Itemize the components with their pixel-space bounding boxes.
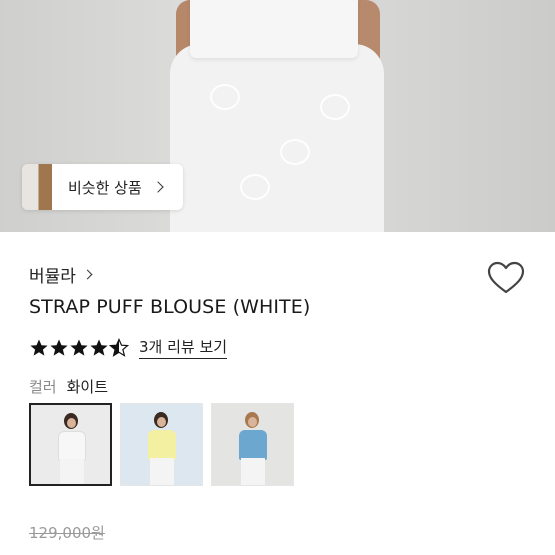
similar-products-label: 비슷한 상품 — [68, 178, 142, 197]
color-label: 컬러 — [29, 378, 57, 396]
swatch-blouse — [239, 430, 267, 460]
model-pants — [60, 459, 84, 484]
swatch-blouse — [148, 430, 176, 460]
brand-name: 버뮬라 — [29, 267, 76, 287]
similar-products-button[interactable]: 비슷한 상품 — [22, 164, 183, 210]
brand-link[interactable]: 버뮬라 — [29, 262, 93, 287]
star-full-icon — [70, 339, 88, 356]
model-face — [67, 418, 76, 428]
color-swatch-blue[interactable] — [211, 403, 294, 486]
swatch-blouse — [58, 431, 86, 461]
embroidery-flower — [210, 84, 240, 110]
hero-model-blouse — [190, 0, 358, 58]
color-swatch-white[interactable] — [29, 403, 112, 486]
star-rating — [29, 337, 129, 358]
original-price: 129,000원 — [29, 524, 105, 542]
selected-color-value: 화이트 — [66, 378, 109, 396]
color-swatch-yellow[interactable] — [120, 403, 203, 486]
color-swatch-list — [29, 403, 302, 486]
embroidery-flower — [320, 94, 350, 120]
product-title: STRAP PUFF BLOUSE (WHITE) — [29, 296, 311, 318]
embroidery-flower — [240, 174, 270, 200]
star-full-icon — [50, 339, 68, 356]
embroidery-flower — [280, 139, 310, 165]
similar-product-thumbnail — [22, 164, 52, 210]
product-hero-image[interactable]: 비슷한 상품 — [0, 0, 555, 232]
model-face — [248, 417, 257, 427]
star-full-icon — [30, 339, 48, 356]
model-pants — [150, 458, 174, 485]
view-reviews-link[interactable]: 3개 리뷰 보기 — [139, 336, 228, 359]
chevron-right-icon — [152, 181, 164, 193]
model-pants — [241, 458, 265, 485]
color-option-row: 컬러 화이트 — [29, 376, 108, 397]
rating-row: 3개 리뷰 보기 — [29, 336, 228, 359]
model-face — [157, 417, 166, 427]
chevron-right-icon — [82, 269, 93, 280]
star-half-icon — [109, 337, 129, 357]
hero-model-skirt — [170, 44, 384, 232]
star-full-icon — [90, 339, 108, 356]
heart-icon[interactable] — [487, 261, 525, 295]
